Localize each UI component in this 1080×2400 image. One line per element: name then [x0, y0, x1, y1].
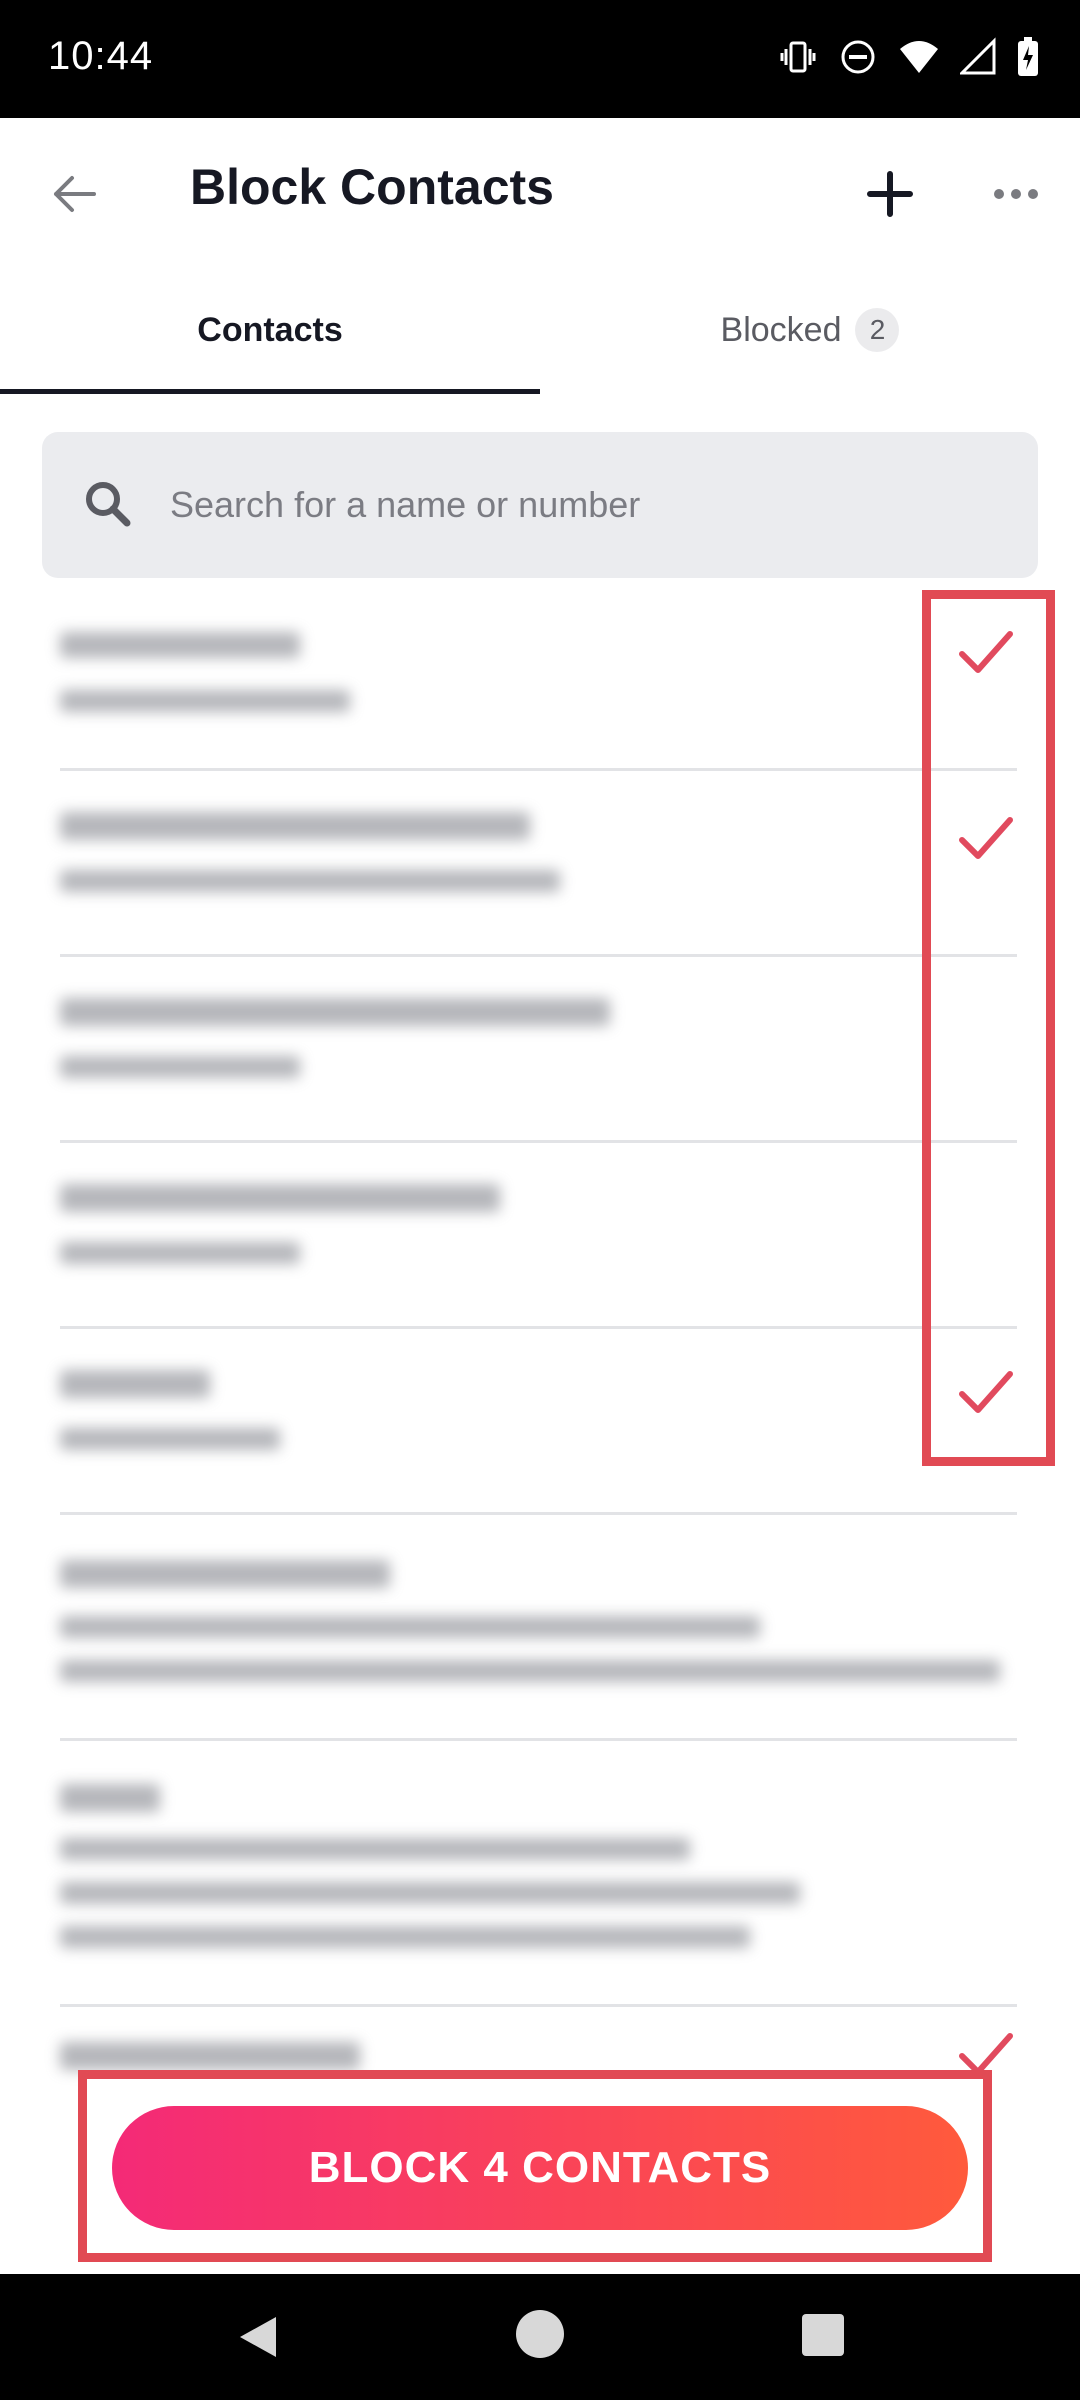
system-nav-bar — [0, 2274, 1080, 2400]
contact-detail-redacted — [60, 690, 350, 712]
contact-detail-redacted — [60, 1428, 280, 1450]
contact-name-redacted — [60, 1370, 210, 1398]
list-divider — [60, 768, 1017, 771]
arrow-left-icon — [54, 176, 96, 212]
selection-highlight-frame — [922, 590, 1055, 1466]
tab-bar: Contacts Blocked 2 — [0, 266, 1080, 394]
list-divider — [60, 1512, 1017, 1515]
list-divider — [60, 954, 1017, 957]
list-item[interactable] — [0, 586, 1080, 772]
contact-detail-redacted — [60, 1926, 750, 1948]
list-item[interactable] — [0, 958, 1080, 1144]
contact-name-redacted — [60, 998, 610, 1026]
page-title: Block Contacts — [190, 159, 554, 215]
wifi-icon — [898, 37, 940, 77]
nav-back-icon[interactable] — [236, 2314, 280, 2360]
search-icon — [86, 482, 131, 527]
contact-name-redacted — [60, 1184, 500, 1212]
contact-detail-redacted — [60, 1660, 1000, 1682]
list-divider — [60, 2004, 1017, 2007]
list-item[interactable] — [0, 772, 1080, 958]
top-app-bar: Block Contacts — [0, 118, 1080, 266]
tab-blocked[interactable]: Blocked 2 — [540, 266, 1080, 394]
contact-detail-redacted — [60, 1242, 300, 1264]
vibrate-icon — [778, 37, 818, 77]
list-divider — [60, 1738, 1017, 1741]
contact-detail-redacted — [60, 1616, 760, 1638]
add-contact-button[interactable] — [856, 158, 924, 230]
more-horizontal-icon — [994, 189, 1038, 199]
tab-contacts-label: Contacts — [197, 310, 343, 349]
list-divider — [60, 1140, 1017, 1143]
battery-charging-icon — [1016, 36, 1040, 78]
list-divider — [60, 1326, 1017, 1329]
list-item[interactable] — [0, 1144, 1080, 1330]
nav-home-icon[interactable] — [516, 2310, 564, 2358]
list-item[interactable] — [0, 1516, 1080, 1742]
status-time: 10:44 — [48, 34, 154, 78]
more-options-button[interactable] — [982, 158, 1050, 230]
list-item[interactable] — [0, 1742, 1080, 2008]
contact-name-redacted — [60, 632, 300, 658]
tab-blocked-label: Blocked — [720, 310, 842, 349]
contact-list — [0, 586, 1080, 2096]
status-icons — [778, 36, 1040, 78]
contact-name-redacted — [60, 812, 530, 840]
contact-detail-redacted — [60, 1882, 800, 1904]
signal-icon — [960, 37, 996, 77]
plus-icon — [867, 171, 913, 217]
active-tab-indicator — [0, 389, 540, 394]
block-contacts-button[interactable]: BLOCK 4 CONTACTS — [112, 2106, 968, 2230]
contact-detail-redacted — [60, 1056, 300, 1078]
contact-detail-redacted — [60, 870, 560, 892]
nav-recents-icon[interactable] — [802, 2314, 844, 2356]
list-item[interactable] — [0, 1330, 1080, 1516]
contact-detail-redacted — [60, 1838, 690, 1860]
search-input[interactable] — [170, 432, 1010, 578]
blocked-count-badge: 2 — [855, 308, 900, 352]
contact-name-redacted — [60, 2042, 360, 2070]
search-bar[interactable] — [42, 432, 1038, 578]
tab-contacts[interactable]: Contacts — [0, 266, 540, 394]
do-not-disturb-icon — [838, 37, 878, 77]
back-button[interactable] — [40, 160, 108, 228]
contact-name-redacted — [60, 1784, 160, 1812]
contact-name-redacted — [60, 1560, 390, 1588]
status-bar: 10:44 — [0, 0, 1080, 118]
